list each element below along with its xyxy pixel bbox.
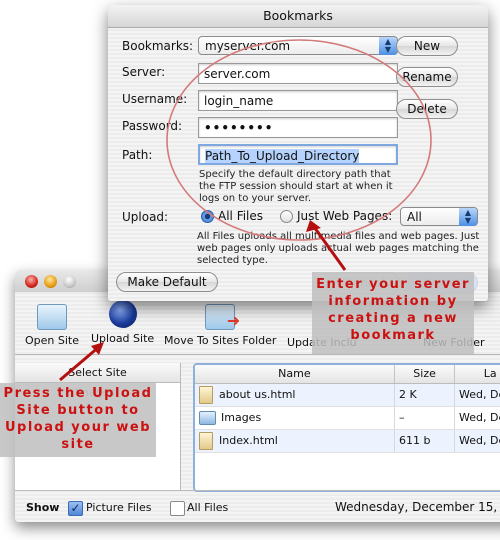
file-list-header: Name Size La <box>195 365 500 384</box>
upload-help: All Files uploads all multimedia files a… <box>197 231 479 267</box>
callout-line: Site button to <box>16 403 140 418</box>
help-line: the FTP session should start at when it <box>199 181 393 192</box>
globe-upload-icon <box>108 300 137 328</box>
path-label: Path: <box>122 148 153 162</box>
site-list-header[interactable]: Select Site <box>15 363 180 383</box>
make-default-button[interactable]: Make Default <box>116 272 218 292</box>
help-line: Specify the default directory path that <box>199 169 391 180</box>
callout-line: Upload your web <box>4 420 152 435</box>
file-date: Wed, De <box>459 411 500 424</box>
file-row[interactable]: Index.html 611 b Wed, De <box>195 430 500 453</box>
file-size: 2 K <box>395 384 455 406</box>
file-size: – <box>395 407 455 429</box>
callout-line: Press the Upload <box>3 386 153 401</box>
callout-line: bookmark <box>350 328 436 343</box>
bookmarks-dialog: Bookmarks Bookmarks: myserver.com ▲ ▼ New… <box>108 5 488 301</box>
callout-line: site <box>61 437 95 452</box>
document-icon <box>199 386 213 404</box>
bookmarks-label: Bookmarks: <box>122 39 194 53</box>
callout-line: information by <box>328 294 458 309</box>
bookmarks-select[interactable]: myserver.com ▲ ▼ <box>198 36 398 55</box>
all-files-radio[interactable] <box>201 210 214 223</box>
server-field[interactable]: server.com <box>198 63 398 84</box>
file-name: about us.html <box>219 388 296 401</box>
all-files-label: All Files <box>187 501 229 514</box>
rename-button[interactable]: Rename <box>396 67 458 87</box>
show-label: Show <box>26 501 60 514</box>
new-button[interactable]: New <box>396 36 458 56</box>
callout-line: creating a new <box>328 311 458 326</box>
password-field[interactable]: •••••••• <box>198 117 398 138</box>
password-label: Password: <box>122 119 183 133</box>
help-line: web pages only uploads actual web pages … <box>197 243 479 254</box>
all-files-checkbox[interactable] <box>170 501 185 516</box>
move-to-sites-folder-button[interactable]: ➜ Move To Sites Folder <box>164 300 276 347</box>
open-site-button[interactable]: Open Site <box>25 300 79 347</box>
upload-site-label: Upload Site <box>91 332 155 345</box>
zoom-button[interactable] <box>63 275 76 288</box>
web-type-value: All <box>407 210 422 224</box>
path-field[interactable]: Path_To_Upload_Directory <box>198 144 398 165</box>
path-help: Specify the default directory path that … <box>199 169 393 205</box>
picture-files-checkbox[interactable]: ✓ <box>68 501 83 516</box>
column-date[interactable]: La <box>455 365 500 383</box>
chevron-updown-icon: ▲ ▼ <box>379 37 397 55</box>
web-pages-radio-label: Just Web Pages: <box>297 209 393 223</box>
close-button[interactable] <box>25 275 38 288</box>
help-line: All Files uploads all multimedia files a… <box>197 231 480 242</box>
file-rows: about us.html 2 K Wed, De Images – Wed, … <box>195 384 500 453</box>
column-name[interactable]: Name <box>195 365 395 383</box>
upload-site-button[interactable]: Upload Site <box>91 300 154 345</box>
help-line: logs on to your server. <box>199 193 312 204</box>
path-value: Path_To_Upload_Directory <box>205 149 360 163</box>
delete-button[interactable]: Delete <box>396 99 458 119</box>
folder-icon <box>199 411 216 425</box>
file-list[interactable]: Name Size La about us.html 2 K Wed, De I… <box>193 363 500 492</box>
chevron-updown-icon: ▲ ▼ <box>459 208 477 226</box>
open-site-label: Open Site <box>25 334 79 347</box>
callout-line: Enter your server <box>316 277 470 292</box>
web-pages-radio[interactable] <box>280 210 293 223</box>
all-files-radio-label: All Files <box>218 209 264 223</box>
document-icon <box>199 432 213 450</box>
file-name: Images <box>221 411 262 424</box>
picture-files-label: Picture Files <box>86 501 152 514</box>
help-line: selected type. <box>197 255 268 266</box>
username-field[interactable]: login_name <box>198 90 398 111</box>
file-name: Index.html <box>219 434 278 447</box>
file-row[interactable]: about us.html 2 K Wed, De <box>195 384 500 407</box>
file-size: 611 b <box>395 430 455 452</box>
folder-icon <box>37 304 67 330</box>
username-label: Username: <box>122 92 188 106</box>
move-to-sites-folder-label: Move To Sites Folder <box>164 334 277 347</box>
file-date: Wed, De <box>459 434 500 447</box>
status-date: Wednesday, December 15, 2 <box>335 500 500 514</box>
dialog-title: Bookmarks <box>108 5 488 28</box>
server-info-callout: Enter your server information by creatin… <box>312 272 474 354</box>
bookmarks-value: myserver.com <box>205 39 291 53</box>
minimize-button[interactable] <box>44 275 57 288</box>
upload-label: Upload: <box>122 210 169 224</box>
server-label: Server: <box>122 65 166 79</box>
file-row[interactable]: Images – Wed, De <box>195 407 500 430</box>
column-size[interactable]: Size <box>395 365 456 383</box>
folder-arrow-icon: ➜ <box>205 304 240 330</box>
status-bar: Show ✓ Picture Files All Files Wednesday… <box>15 490 500 522</box>
upload-site-callout: Press the Upload Site button to Upload y… <box>0 383 156 457</box>
web-type-select[interactable]: All ▲ ▼ <box>400 207 478 226</box>
file-date: Wed, De <box>459 388 500 401</box>
